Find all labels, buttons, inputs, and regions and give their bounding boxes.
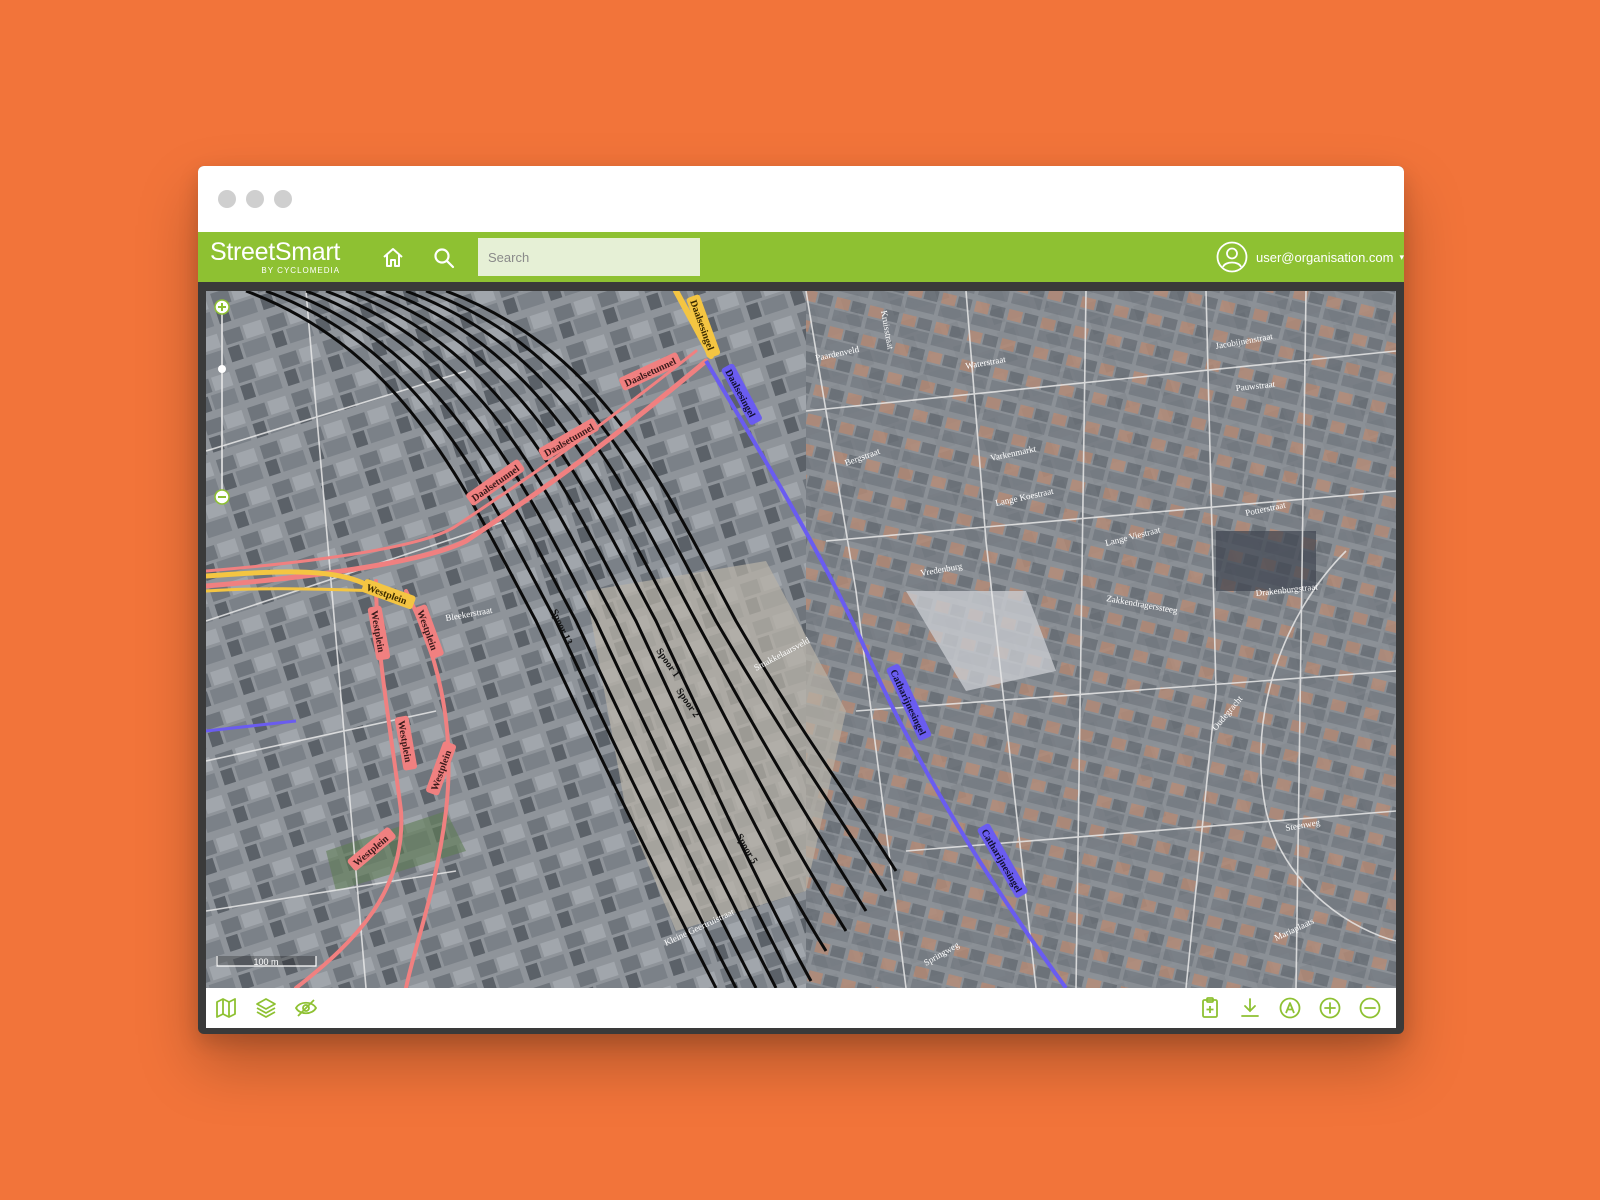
scale-bar: 100 m [216, 956, 317, 967]
user-icon [1216, 241, 1248, 273]
app-header: StreetSmart BY CYCLOMEDIA user@organisat… [198, 232, 1404, 282]
layers-icon [256, 998, 276, 1018]
visibility-toggle-button[interactable] [294, 996, 318, 1020]
app-logo[interactable]: StreetSmart BY CYCLOMEDIA [210, 238, 341, 275]
layers-button[interactable] [254, 996, 278, 1020]
user-menu-caret-icon: ▾ [1399, 251, 1404, 262]
visibility-off-icon [294, 999, 318, 1017]
download-icon [1241, 998, 1259, 1017]
window-close-dot[interactable] [218, 190, 236, 208]
zoom-slider[interactable] [212, 297, 232, 507]
browser-window: StreetSmart BY CYCLOMEDIA user@organisat… [198, 166, 1404, 1034]
bottom-toolbar [206, 988, 1396, 1028]
download-button[interactable] [1238, 996, 1262, 1020]
window-maximize-dot[interactable] [274, 190, 292, 208]
clipboard-add-icon [1202, 997, 1218, 1018]
search-icon [434, 248, 455, 269]
user-menu[interactable]: user@organisation.com ▾ [1216, 240, 1404, 274]
map-icon [216, 998, 236, 1018]
zoom-in-icon [1319, 997, 1341, 1019]
search-button[interactable] [432, 246, 456, 270]
user-email: user@organisation.com [1255, 249, 1394, 265]
zoom-in-button[interactable] [1318, 996, 1342, 1020]
home-icon [383, 248, 403, 267]
map-canvas[interactable]: Daalsetunnel Daalsetunnel Daalsetunnel D… [206, 291, 1396, 988]
zoom-out-button[interactable] [1358, 996, 1382, 1020]
measure-button[interactable] [1278, 996, 1302, 1020]
scale-label: 100 m [253, 957, 278, 967]
home-button[interactable] [381, 246, 405, 270]
logo-text: StreetSmart [210, 238, 341, 266]
aerial-imagery-east [806, 291, 1396, 988]
browser-titlebar [198, 166, 1404, 232]
map-view[interactable]: Daalsetunnel Daalsetunnel Daalsetunnel D… [206, 291, 1396, 988]
logo-subtext: BY CYCLOMEDIA [261, 266, 341, 275]
basemap-button[interactable] [214, 996, 238, 1020]
window-minimize-dot[interactable] [246, 190, 264, 208]
measure-icon [1279, 997, 1301, 1019]
clipboard-add-button[interactable] [1198, 996, 1222, 1020]
building-dark [1216, 531, 1316, 591]
search-input[interactable] [478, 238, 700, 276]
zoom-out-icon [1359, 997, 1381, 1019]
